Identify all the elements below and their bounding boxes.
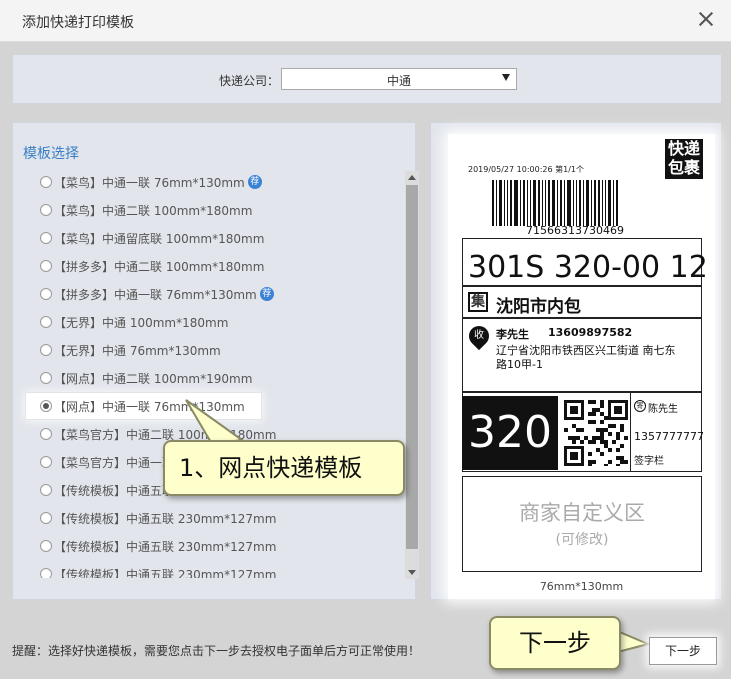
- logo-line-1: 快递: [667, 139, 700, 158]
- template-item[interactable]: 【无界】中通 76mm*130mm: [40, 338, 390, 362]
- express-logo: 快递 包裹: [665, 139, 703, 179]
- template-item-label: 【菜鸟】中通一联 76mm*130mm: [54, 175, 245, 190]
- template-item-label: 【传统模板】中通五联 230mm*127mm: [54, 511, 277, 526]
- template-item-label: 【拼多多】中通二联 100mm*180mm: [54, 259, 265, 274]
- receiver-name: 李先生: [496, 328, 529, 341]
- radio-button[interactable]: [40, 204, 52, 216]
- recommend-badge-icon: 荐: [259, 287, 274, 301]
- dialog-titlebar: 添加快递打印模板: [0, 0, 731, 42]
- company-panel: 快递公司： 中通: [12, 54, 722, 104]
- footer-tip: 提醒：选择好快递模板，需要您点击下一步去授权电子面单后方可正常使用！: [12, 644, 421, 658]
- template-item-label: 【无界】中通 76mm*130mm: [54, 343, 221, 358]
- radio-button[interactable]: [40, 232, 52, 244]
- size-caption: 76mm*130mm: [539, 580, 624, 593]
- radio-button[interactable]: [40, 512, 52, 524]
- receiver-address: 辽宁省沈阳市铁西区兴工街道 南七东路10甲-1: [496, 344, 676, 371]
- radio-button[interactable]: [40, 400, 52, 412]
- add-template-dialog: 添加快递打印模板 快递公司： 中通 模板选择 【菜鸟】中通一联 76mm*130…: [0, 0, 731, 679]
- template-item[interactable]: 【无界】中通 100mm*180mm: [40, 310, 390, 334]
- callout-tail-icon: [185, 399, 245, 446]
- barcode-icon: [492, 180, 658, 226]
- template-item-label: 【菜鸟】中通二联 100mm*180mm: [54, 203, 253, 218]
- template-scrollbar[interactable]: [405, 171, 419, 579]
- scroll-down-icon[interactable]: [408, 570, 416, 575]
- template-list: 【菜鸟】中通一联 76mm*130mm 荐【菜鸟】中通二联 100mm*180mm…: [40, 170, 390, 578]
- template-item[interactable]: 【拼多多】中通一联 76mm*130mm 荐: [40, 282, 390, 306]
- template-item[interactable]: 【传统模板】中通五联 230mm*127mm: [40, 506, 390, 530]
- template-heading: 模板选择: [23, 146, 79, 162]
- custom-area-subtitle: (可修改): [555, 532, 609, 548]
- custom-area: 商家自定义区 (可修改): [462, 476, 702, 572]
- sign-label: 签字栏: [634, 456, 664, 467]
- tracking-number: 71566313730469: [526, 224, 624, 237]
- company-label: 快递公司：: [219, 74, 280, 88]
- template-item-label: 【拼多多】中通一联 76mm*130mm: [54, 287, 257, 302]
- scroll-thumb[interactable]: [406, 185, 418, 549]
- template-item[interactable]: 【网点】中通二联 100mm*190mm: [40, 366, 390, 390]
- company-select[interactable]: 中通: [281, 68, 517, 90]
- template-item[interactable]: 【传统模板】中通五联 230mm*127mm: [40, 534, 390, 558]
- sender-icon: 寄: [634, 400, 646, 412]
- destination: 沈阳市内包: [496, 297, 581, 317]
- dialog-title: 添加快递打印模板: [22, 15, 134, 31]
- template-item-label: 【网点】中通二联 100mm*190mm: [54, 371, 253, 386]
- step1-callout: 1、网点快递模板: [163, 440, 405, 496]
- template-item[interactable]: 【菜鸟】中通留底联 100mm*180mm: [40, 226, 390, 250]
- radio-button[interactable]: [40, 456, 52, 468]
- template-item-label: 【菜鸟】中通留底联 100mm*180mm: [54, 231, 265, 246]
- radio-button[interactable]: [40, 176, 52, 188]
- sender-name: 陈先生: [648, 404, 678, 415]
- radio-button[interactable]: [40, 428, 52, 440]
- label-date: 2019/05/27 10:00:26 第1/1个: [468, 165, 584, 174]
- close-icon[interactable]: [697, 10, 715, 28]
- template-item-label: 【无界】中通 100mm*180mm: [54, 315, 229, 330]
- radio-button[interactable]: [40, 288, 52, 300]
- scroll-up-icon[interactable]: [408, 175, 416, 180]
- template-item-label: 【传统模板】中通五联 230mm*127mm: [54, 539, 277, 554]
- template-item-label: 【传统模板】中通五联 230mm*127mm: [54, 567, 277, 579]
- radio-button[interactable]: [40, 372, 52, 384]
- company-select-value: 中通: [386, 74, 411, 88]
- logo-line-2: 包裹: [667, 158, 700, 177]
- receiver-phone: 13609897582: [548, 326, 633, 339]
- radio-button[interactable]: [40, 260, 52, 272]
- sender-phone: 1357777777: [634, 430, 704, 443]
- step2-callout: 下一步: [489, 616, 621, 670]
- template-item[interactable]: 【拼多多】中通二联 100mm*180mm: [40, 254, 390, 278]
- sort-code: 301S 320-00 12: [468, 250, 708, 285]
- template-item[interactable]: 【传统模板】中通五联 230mm*127mm: [40, 562, 390, 578]
- label-preview: 2019/05/27 10:00:26 第1/1个 快递 包裹 71566313…: [448, 134, 715, 599]
- qr-code-icon: [564, 400, 628, 466]
- next-button[interactable]: 下一步: [649, 637, 717, 665]
- template-item[interactable]: 【菜鸟】中通一联 76mm*130mm 荐: [40, 170, 390, 194]
- recommend-badge-icon: 荐: [247, 175, 262, 189]
- radio-button[interactable]: [40, 484, 52, 496]
- dropdown-arrow-icon: [502, 74, 510, 81]
- radio-button[interactable]: [40, 568, 52, 578]
- ji-icon: 集: [468, 292, 488, 312]
- radio-button[interactable]: [40, 540, 52, 552]
- big-sort-code: 320: [462, 396, 558, 470]
- custom-area-title: 商家自定义区: [519, 501, 645, 525]
- template-item[interactable]: 【菜鸟】中通二联 100mm*180mm: [40, 198, 390, 222]
- radio-button[interactable]: [40, 344, 52, 356]
- receiver-icon-text: 收: [474, 330, 484, 341]
- radio-button[interactable]: [40, 316, 52, 328]
